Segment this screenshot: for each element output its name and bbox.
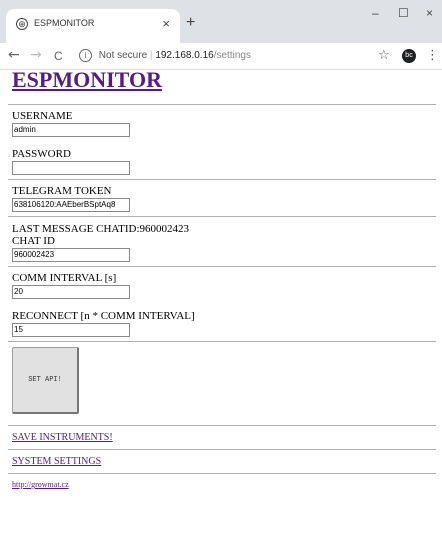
footer-url-link[interactable]: http://growmat.cz — [12, 480, 69, 489]
divider — [8, 473, 436, 474]
new-tab-button[interactable]: + — [186, 14, 195, 32]
profile-avatar[interactable]: bc — [402, 49, 416, 63]
divider — [8, 216, 436, 217]
set-api-button[interactable]: SET API! — [12, 347, 79, 414]
page-title: ESPMONITOR — [12, 67, 162, 97]
maximize-icon[interactable]: ☐ — [398, 6, 409, 20]
divider — [8, 449, 436, 450]
reload-icon[interactable]: C — [54, 49, 63, 63]
save-instruments-link[interactable]: SAVE INSTRUMENTS! — [12, 432, 113, 443]
telegram-token-label: TELEGRAM TOKEN — [12, 185, 112, 197]
comm-interval-label: COMM INTERVAL [s] — [12, 272, 117, 284]
divider — [8, 179, 436, 180]
chat-id-label: CHAT ID — [12, 235, 55, 247]
password-input[interactable] — [12, 161, 130, 175]
info-icon[interactable]: i — [79, 48, 92, 62]
username-label: USERNAME — [12, 110, 73, 122]
system-settings-link[interactable]: SYSTEM SETTINGS — [12, 456, 101, 467]
last-message-label: LAST MESSAGE CHATID: — [12, 223, 140, 235]
divider — [8, 104, 436, 105]
last-message-chatid: LAST MESSAGE CHATID:960002423 — [12, 223, 189, 235]
home-link[interactable]: ESPMONITOR — [12, 67, 162, 92]
tab-title: ESPMONITOR — [34, 18, 95, 28]
tab-close-icon[interactable]: × — [162, 16, 170, 31]
url-host: 192.168.0.16 — [155, 50, 214, 61]
comm-interval-input[interactable]: 20 — [12, 285, 130, 299]
browser-toolbar: ← → C i Not secure | 192.168.0.16/settin… — [0, 43, 442, 70]
url-path: /settings — [213, 50, 251, 61]
back-arrow-icon[interactable]: ← — [8, 47, 20, 63]
browser-tabstrip: ⊕ ESPMONITOR × + – ☐ × — [0, 0, 442, 43]
divider — [8, 266, 436, 267]
reconnect-input[interactable]: 15 — [12, 323, 130, 337]
minimize-icon[interactable]: – — [372, 6, 379, 20]
menu-kebab-icon[interactable]: ⋮ — [426, 48, 439, 63]
forward-arrow-icon[interactable]: → — [30, 47, 42, 63]
username-input[interactable]: admin — [12, 123, 130, 137]
chat-id-input[interactable]: 960002423 — [12, 248, 130, 262]
security-label: Not secure — [98, 50, 148, 61]
reconnect-label: RECONNECT [n * COMM INTERVAL] — [12, 310, 195, 322]
password-label: PASSWORD — [12, 148, 71, 160]
divider — [8, 425, 436, 426]
bookmark-star-icon[interactable]: ☆ — [378, 48, 390, 63]
last-message-value: 960002423 — [139, 223, 190, 235]
divider — [8, 341, 436, 342]
telegram-token-input[interactable]: 638106120:AAEberBSptAq8 — [12, 198, 130, 212]
globe-icon: ⊕ — [16, 18, 28, 30]
window-close-icon[interactable]: × — [426, 6, 433, 20]
address-bar[interactable]: i Not secure | 192.168.0.16/settings — [79, 47, 379, 64]
browser-tab[interactable]: ⊕ ESPMONITOR × — [6, 9, 180, 43]
